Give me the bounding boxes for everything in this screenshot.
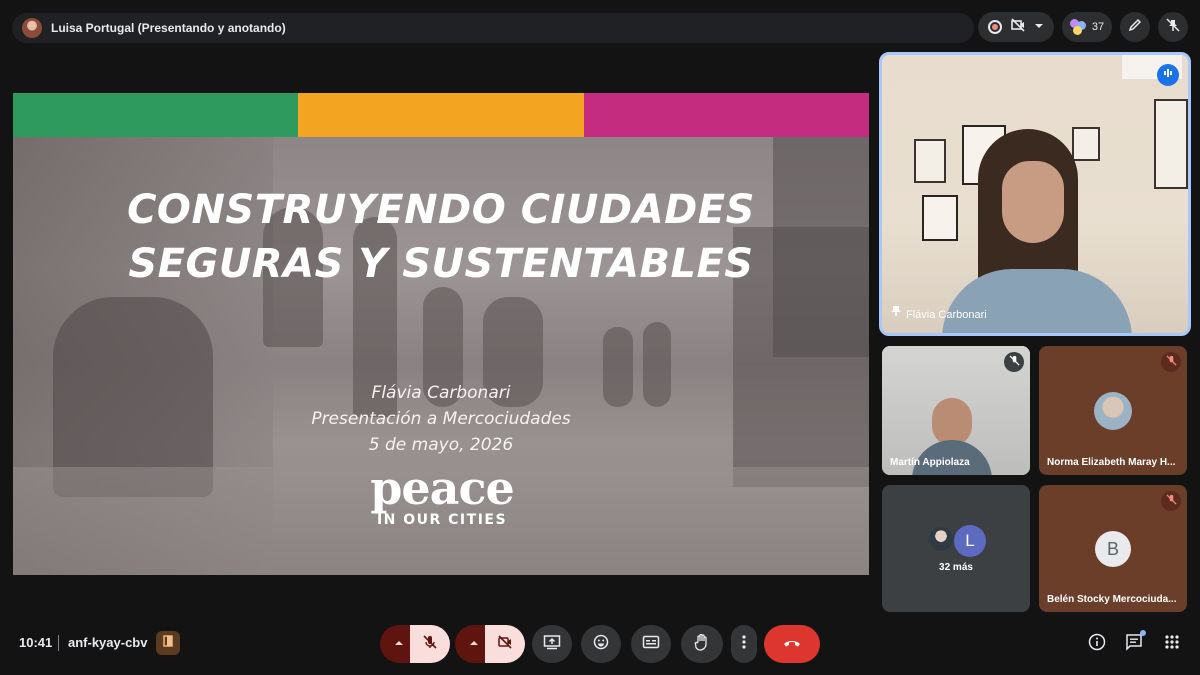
peace-logo: peace: [370, 461, 515, 515]
participant-name: Belén Stocky Mercociuda...: [1047, 594, 1177, 605]
slide-date: 5 de mayo, 2026: [368, 435, 514, 455]
participant-avatar: [927, 525, 955, 553]
wall-frame: [914, 139, 946, 183]
mic-toggle-button[interactable]: [410, 625, 450, 663]
camera-off-icon[interactable]: [1010, 17, 1026, 38]
meet-window: Luisa Portugal (Presentando y anotando) …: [0, 0, 1200, 675]
divider: [58, 635, 59, 651]
mic-off-icon: [1165, 353, 1177, 371]
more-options-button[interactable]: [731, 625, 757, 663]
wall-frame: [1072, 127, 1100, 161]
hand-icon: [694, 633, 710, 656]
meeting-time: 10:41: [19, 635, 53, 650]
participant-initial-avatar: L: [954, 525, 986, 557]
person-shirt: [942, 269, 1132, 333]
participants-avatars-icon: [1069, 19, 1086, 35]
pin-icon: [890, 304, 902, 322]
call-end-icon: [782, 635, 802, 653]
mic-off-badge: [1004, 352, 1024, 372]
slide-title-line-1: CONSTRUYENDO CIUDADES: [127, 187, 755, 233]
speaking-indicator: [1157, 64, 1179, 86]
person-face: [932, 398, 972, 446]
presenter-banner: Luisa Portugal (Presentando y anotando): [12, 13, 974, 43]
info-icon: [1088, 633, 1106, 656]
wall-frame: [922, 195, 958, 241]
peace-logo-subtitle: IN OUR CITIES: [376, 512, 508, 528]
chevron-up-icon: [394, 635, 404, 653]
meeting-code[interactable]: anf-kyay-cbv: [68, 635, 147, 650]
slide-color-bar-orange: [298, 93, 584, 137]
more-participants-tile[interactable]: L 32 más: [882, 485, 1030, 612]
annotate-button[interactable]: [1120, 12, 1150, 42]
person-face: [1002, 161, 1064, 243]
participant-tile[interactable]: Norma Elizabeth Maray H...: [1039, 346, 1187, 475]
wall-frame: [1154, 99, 1188, 189]
participant-tile[interactable]: Martín Appiolaza: [882, 346, 1030, 475]
speaker-name: Flávia Carbonari: [906, 309, 987, 321]
emoji-icon: [593, 634, 609, 655]
participants-button[interactable]: 37: [1062, 12, 1112, 42]
slide-author: Flávia Carbonari: [371, 383, 511, 403]
chevron-up-icon: [469, 635, 479, 653]
unpin-icon: [1166, 17, 1180, 37]
presentation-slide: CONSTRUYENDO CIUDADES SEGURAS Y SUSTENTA…: [13, 93, 869, 575]
participant-avatar: [1094, 392, 1132, 430]
participant-name: Norma Elizabeth Maray H...: [1047, 457, 1176, 468]
mic-off-badge: [1161, 352, 1181, 372]
chevron-down-icon[interactable]: [1034, 18, 1044, 36]
top-right-controls: 37: [978, 12, 1188, 42]
recording-controls[interactable]: [978, 12, 1054, 42]
present-screen-button[interactable]: [532, 625, 572, 663]
speaker-tile[interactable]: Flávia Carbonari: [879, 52, 1191, 336]
apps-grid-icon: [1164, 634, 1180, 655]
door-icon: [162, 634, 174, 652]
activities-button[interactable]: [1159, 631, 1185, 657]
participant-initial-avatar: B: [1095, 531, 1131, 567]
chat-icon: [1125, 633, 1143, 656]
audio-bars-icon: [1162, 66, 1174, 84]
unpin-button[interactable]: [1158, 12, 1188, 42]
end-call-button[interactable]: [764, 625, 820, 663]
meeting-details-button[interactable]: [1084, 631, 1110, 657]
participant-tile[interactable]: B Belén Stocky Mercociuda...: [1039, 485, 1187, 612]
participant-count: 37: [1091, 21, 1105, 33]
chat-button[interactable]: [1121, 630, 1147, 657]
slide-color-bar-green: [13, 93, 298, 137]
slide-color-bar-magenta: [584, 93, 869, 137]
slide-title-line-2: SEGURAS Y SUSTENTABLES: [128, 241, 754, 287]
mic-off-icon: [422, 634, 438, 655]
presenter-avatar: [22, 18, 42, 38]
recording-icon[interactable]: [988, 20, 1002, 34]
slide-title: CONSTRUYENDO CIUDADES SEGURAS Y SUSTENTA…: [13, 183, 869, 291]
more-participants-label: 32 más: [939, 562, 973, 573]
camera-toggle-button[interactable]: [485, 625, 525, 663]
breakout-button[interactable]: [156, 631, 180, 655]
present-screen-icon: [543, 634, 561, 655]
mic-off-badge: [1161, 491, 1181, 511]
reactions-button[interactable]: [581, 625, 621, 663]
pen-icon: [1128, 18, 1142, 37]
notification-dot: [1140, 630, 1146, 636]
slide-event: Presentación a Mercociudades: [311, 409, 571, 429]
camera-off-icon: [497, 634, 513, 655]
more-vert-icon: [742, 634, 746, 654]
captions-button[interactable]: [631, 625, 671, 663]
mic-off-icon: [1008, 353, 1020, 371]
captions-icon: [642, 634, 660, 655]
mic-off-icon: [1165, 492, 1177, 510]
presenter-label: Luisa Portugal (Presentando y anotando): [51, 21, 286, 35]
participant-name: Martín Appiolaza: [890, 457, 970, 468]
raise-hand-button[interactable]: [681, 625, 723, 663]
